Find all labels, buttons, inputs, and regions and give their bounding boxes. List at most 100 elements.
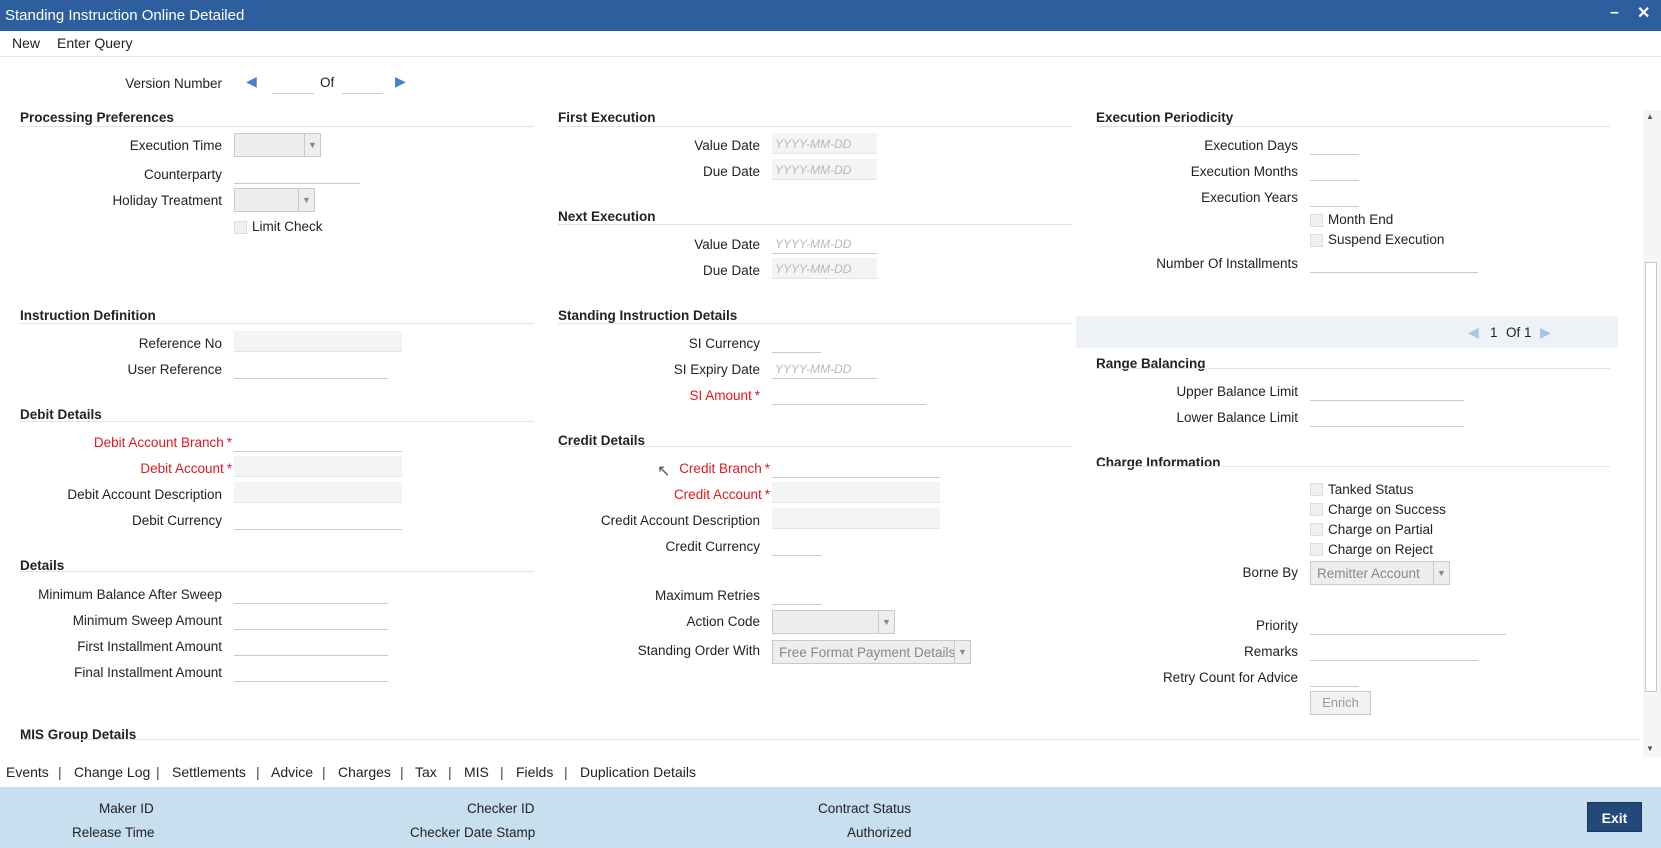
- final-installment-amount-label: Final Installment Amount: [74, 665, 222, 680]
- upper-balance-limit-label: Upper Balance Limit: [1176, 384, 1298, 399]
- limit-check-checkbox[interactable]: [234, 221, 247, 234]
- credit-account-field[interactable]: [772, 482, 940, 503]
- debit-account-field[interactable]: [234, 456, 402, 477]
- debit-account-label: Debit Account *: [140, 461, 232, 476]
- si-currency-field[interactable]: [772, 332, 821, 353]
- divider: [558, 446, 1072, 447]
- minimize-icon[interactable]: –: [1610, 4, 1619, 22]
- reference-no-label: Reference No: [138, 336, 222, 351]
- minimum-sweep-amount-field[interactable]: [234, 609, 388, 630]
- charge-on-success-label: Charge on Success: [1328, 502, 1446, 517]
- first-installment-amount-field[interactable]: [234, 635, 388, 656]
- debit-currency-label: Debit Currency: [131, 513, 222, 528]
- tab-advice[interactable]: Advice: [271, 764, 313, 780]
- number-of-installments-field[interactable]: [1310, 252, 1478, 273]
- chevron-down-icon: ▼: [298, 189, 314, 211]
- final-installment-amount-field[interactable]: [234, 661, 388, 682]
- charge-on-reject-checkbox[interactable]: [1310, 543, 1323, 556]
- si-expiry-date-field[interactable]: YYYY-MM-DD: [772, 358, 877, 379]
- lower-balance-limit-label: Lower Balance Limit: [1176, 410, 1298, 425]
- execution-time-select[interactable]: ▼: [234, 133, 321, 157]
- priority-field[interactable]: [1310, 614, 1506, 635]
- standing-order-with-select[interactable]: Free Format Payment Details ▼: [772, 640, 971, 664]
- execution-months-field[interactable]: [1310, 160, 1359, 181]
- previous-version-icon[interactable]: ◀: [246, 73, 257, 90]
- tab-duplication-details[interactable]: Duplication Details: [580, 764, 696, 780]
- first-value-date-field[interactable]: YYYY-MM-DD: [772, 133, 877, 154]
- debit-account-description-field[interactable]: [234, 482, 402, 503]
- version-total-field[interactable]: [342, 73, 383, 94]
- scrollbar-thumb[interactable]: [1645, 262, 1657, 692]
- divider: [1096, 368, 1610, 369]
- chevron-down-icon: ▼: [878, 611, 894, 633]
- charge-on-partial-checkbox[interactable]: [1310, 523, 1323, 536]
- next-due-date-field[interactable]: YYYY-MM-DD: [772, 258, 877, 279]
- minimum-sweep-amount-label: Minimum Sweep Amount: [72, 613, 222, 628]
- maximum-retries-field[interactable]: [772, 584, 821, 605]
- month-end-checkbox[interactable]: [1310, 214, 1323, 227]
- next-version-icon[interactable]: ▶: [395, 73, 406, 90]
- first-due-date-field[interactable]: YYYY-MM-DD: [772, 159, 877, 180]
- pager-next-icon[interactable]: ▶: [1540, 324, 1551, 341]
- execution-years-field[interactable]: [1310, 186, 1359, 207]
- suspend-execution-checkbox[interactable]: [1310, 234, 1323, 247]
- action-code-select[interactable]: ▼: [772, 610, 895, 634]
- divider: [20, 571, 534, 572]
- counterparty-field[interactable]: [234, 163, 360, 184]
- tab-charges[interactable]: Charges: [338, 764, 391, 780]
- menu-new[interactable]: New: [12, 35, 40, 51]
- tab-mis[interactable]: MIS: [464, 764, 489, 780]
- holiday-treatment-select[interactable]: ▼: [234, 188, 315, 212]
- scroll-up-icon[interactable]: ▲: [1646, 112, 1654, 121]
- version-number-field[interactable]: [272, 73, 314, 94]
- required-marker: *: [754, 388, 760, 403]
- window-title: Standing Instruction Online Detailed: [5, 7, 245, 24]
- charge-on-reject-label: Charge on Reject: [1328, 542, 1434, 557]
- borne-by-select[interactable]: Remitter Account ▼: [1310, 561, 1450, 585]
- first-execution-heading: First Execution: [558, 110, 656, 125]
- tab-change-log[interactable]: Change Log: [74, 764, 150, 780]
- standing-order-with-label: Standing Order With: [637, 643, 760, 658]
- exit-button[interactable]: Exit: [1587, 802, 1642, 832]
- charge-on-partial-label: Charge on Partial: [1328, 522, 1434, 537]
- scroll-down-icon[interactable]: ▼: [1646, 744, 1654, 753]
- charge-on-success-checkbox[interactable]: [1310, 503, 1323, 516]
- checker-id-label: Checker ID: [467, 801, 535, 816]
- debit-account-branch-field[interactable]: [234, 431, 402, 452]
- menu-enter-query[interactable]: Enter Query: [57, 35, 132, 51]
- si-expiry-date-label: SI Expiry Date: [673, 362, 760, 377]
- credit-account-label: Credit Account *: [673, 487, 770, 502]
- title-bar: Standing Instruction Online Detailed – ✕: [0, 0, 1661, 31]
- si-amount-field[interactable]: [772, 384, 926, 405]
- tab-settlements[interactable]: Settlements: [172, 764, 246, 780]
- lower-balance-limit-field[interactable]: [1310, 406, 1464, 427]
- reference-no-field[interactable]: [234, 331, 402, 352]
- execution-days-field[interactable]: [1310, 134, 1359, 155]
- execution-days-label: Execution Days: [1204, 138, 1298, 153]
- divider: [20, 323, 534, 324]
- credit-account-description-field[interactable]: [772, 508, 940, 529]
- user-reference-field[interactable]: [234, 358, 388, 379]
- credit-account-description-label: Credit Account Description: [600, 513, 760, 528]
- debit-currency-field[interactable]: [234, 509, 402, 530]
- next-value-date-field[interactable]: YYYY-MM-DD: [772, 233, 877, 254]
- pager-total: 1: [1524, 325, 1532, 340]
- tanked-status-checkbox[interactable]: [1310, 483, 1323, 496]
- remarks-field[interactable]: [1310, 640, 1478, 661]
- tab-events[interactable]: Events: [6, 764, 49, 780]
- month-end-label: Month End: [1328, 212, 1394, 227]
- debit-account-description-label: Debit Account Description: [67, 487, 222, 502]
- tab-fields[interactable]: Fields: [516, 764, 553, 780]
- priority-label: Priority: [1255, 618, 1298, 633]
- credit-currency-field[interactable]: [772, 535, 821, 556]
- pager-previous-icon[interactable]: ◀: [1468, 324, 1479, 341]
- minimum-balance-after-sweep-label: Minimum Balance After Sweep: [38, 587, 222, 602]
- minimum-balance-after-sweep-field[interactable]: [234, 583, 388, 604]
- tab-tax[interactable]: Tax: [415, 764, 437, 780]
- close-icon[interactable]: ✕: [1637, 3, 1650, 23]
- tab-separator: |: [322, 764, 326, 780]
- credit-branch-field[interactable]: [772, 457, 940, 478]
- upper-balance-limit-field[interactable]: [1310, 380, 1464, 401]
- retry-count-advice-field[interactable]: [1310, 666, 1359, 687]
- enrich-button[interactable]: Enrich: [1310, 691, 1371, 715]
